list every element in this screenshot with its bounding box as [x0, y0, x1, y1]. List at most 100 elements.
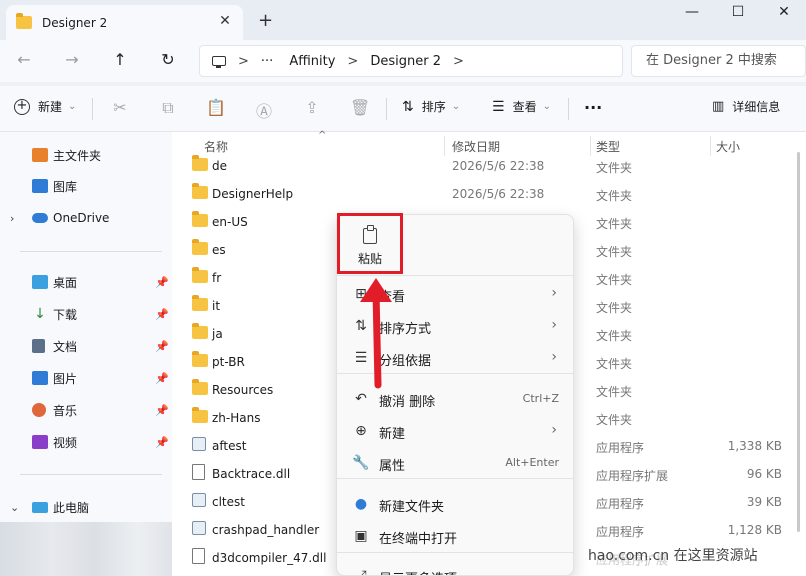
folder-icon — [192, 155, 208, 171]
more-options-button[interactable]: ··· — [584, 98, 602, 117]
sort-button[interactable]: ⇅ 排序 ⌄ — [402, 98, 460, 115]
sort-indicator-icon: ^ — [318, 130, 327, 141]
menu-item[interactable]: ▣ 在终端中打开 — [337, 520, 573, 552]
plus-icon: + — [14, 98, 30, 115]
document-icon — [32, 339, 45, 353]
delete-icon[interactable]: 🗑 — [350, 98, 370, 117]
folder-icon — [16, 13, 32, 29]
sidebar-item-music[interactable]: 音乐 📌 — [0, 397, 172, 423]
menu-item-label: 属性 — [379, 459, 406, 474]
sidebar-item-home[interactable]: 主文件夹 — [0, 142, 172, 168]
details-pane-button[interactable]: ▥ 详细信息 — [712, 98, 780, 115]
minimize-button[interactable]: — — [677, 4, 707, 20]
back-button[interactable]: ← — [12, 50, 36, 69]
folder-icon — [192, 239, 208, 255]
sidebar-item-this-pc[interactable]: ⌄ 此电脑 — [0, 494, 172, 520]
menu-item[interactable]: ● 新建文件夹 — [337, 488, 573, 520]
view-icon: ☰ — [492, 98, 505, 115]
collapse-icon[interactable]: ⌄ — [10, 501, 19, 514]
file-size: 96 KB — [746, 467, 782, 481]
file-date: 2026/5/6 22:38 — [452, 159, 545, 173]
video-icon — [32, 435, 48, 449]
sidebar-item-label: 主文件夹 — [53, 148, 102, 163]
vertical-scrollbar[interactable] — [797, 152, 800, 532]
rename-icon[interactable]: Ⓐ — [254, 98, 274, 122]
file-name: de — [212, 159, 227, 173]
chevron-down-icon: ⌄ — [68, 101, 77, 112]
forward-button[interactable]: → — [60, 50, 84, 69]
menu-item-icon: 🔧 — [352, 455, 370, 471]
pin-icon: 📌 — [155, 339, 169, 353]
sidebar-item-documents[interactable]: 文档 📌 — [0, 333, 172, 359]
file-name: Resources — [212, 383, 274, 397]
breadcrumb-affinity[interactable]: Affinity — [289, 54, 335, 69]
breadcrumb-separator: > — [452, 53, 464, 69]
paste-icon[interactable]: 📋 — [206, 98, 226, 117]
table-row[interactable]: DesignerHelp 2026/5/6 22:38 文件夹 — [172, 180, 806, 208]
cut-icon[interactable]: ✂ — [110, 98, 130, 117]
paste-highlight-box — [337, 213, 403, 274]
menu-item[interactable]: ⊕ 新建 › — [337, 415, 573, 447]
folder-icon — [192, 351, 208, 367]
share-icon[interactable]: ⇪ — [302, 98, 322, 117]
sidebar-item-pictures[interactable]: 图片 📌 — [0, 365, 172, 391]
sidebar-item-videos[interactable]: 视频 📌 — [0, 429, 172, 455]
menu-item-shortcut: Alt+Enter — [505, 456, 559, 469]
expand-icon[interactable]: › — [10, 212, 14, 225]
sidebar-item-label: 图片 — [53, 371, 78, 386]
menu-item-label: 撤消 删除 — [379, 395, 436, 410]
breadcrumb-designer-2[interactable]: Designer 2 — [370, 54, 441, 69]
view-button[interactable]: ☰ 查看 ⌄ — [492, 98, 551, 115]
file-name: crashpad_handler — [212, 523, 320, 537]
folder-icon — [192, 379, 208, 395]
refresh-button[interactable]: ↻ — [156, 50, 180, 69]
file-type: 应用程序 — [596, 441, 645, 455]
file-name: en-US — [212, 215, 248, 229]
tab-close-icon[interactable]: ✕ — [217, 13, 233, 29]
sidebar-item-label: 图库 — [53, 179, 78, 194]
folder-icon — [192, 267, 208, 283]
tab-designer-2[interactable]: Designer 2 ✕ — [6, 5, 243, 40]
address-bar[interactable]: > ··· Affinity > Designer 2 > — [199, 45, 623, 77]
pin-icon: 📌 — [155, 435, 169, 449]
sidebar-item-desktop[interactable]: 桌面 📌 — [0, 269, 172, 295]
maximize-button[interactable]: ☐ — [723, 4, 753, 20]
sidebar-item-label: 文档 — [53, 339, 78, 354]
pin-icon: 📌 — [155, 371, 169, 385]
new-tab-button[interactable]: + — [258, 10, 273, 31]
breadcrumb-overflow[interactable]: ··· — [261, 54, 273, 69]
search-input[interactable]: 在 Designer 2 中搜索 — [631, 45, 806, 77]
menu-item-icon: ↶ — [355, 391, 367, 407]
file-type: 文件夹 — [596, 273, 633, 287]
file-name: cltest — [212, 495, 245, 509]
folder-icon — [192, 295, 208, 311]
sidebar-item-gallery[interactable]: 图库 — [0, 173, 172, 199]
copy-icon[interactable]: ⧉ — [158, 98, 178, 118]
sidebar-item-label: OneDrive — [53, 211, 110, 225]
up-button[interactable]: ↑ — [108, 50, 132, 69]
menu-item[interactable]: 🔧 属性 Alt+Enter — [337, 447, 573, 479]
view-label: 查看 — [512, 100, 537, 114]
monitor-icon — [212, 56, 226, 68]
window-close-button[interactable]: ✕ — [769, 4, 799, 20]
file-type: 应用程序 — [596, 525, 645, 539]
file-size: 1,128 KB — [727, 523, 782, 537]
gallery-icon — [32, 179, 48, 193]
navigation-pane: 主文件夹 图库 › OneDrive 桌面 📌 ↓ 下载 📌 文档 📌 图片 📌… — [0, 132, 172, 576]
folder-icon — [192, 407, 208, 423]
command-bar: + 新建 ⌄ ✂ ⧉ 📋 Ⓐ ⇪ 🗑 ⇅ 排序 ⌄ ☰ 查看 ⌄ ··· ▥ 详… — [0, 86, 806, 132]
file-type: 文件夹 — [596, 301, 633, 315]
sidebar-item-downloads[interactable]: ↓ 下载 📌 — [0, 301, 172, 327]
sidebar-item-onedrive[interactable]: › OneDrive — [0, 205, 172, 231]
file-name: Backtrace.dll — [212, 467, 291, 481]
cloud-icon — [32, 213, 48, 223]
pin-icon: 📌 — [155, 307, 169, 321]
divider — [337, 552, 573, 553]
sidebar-item-label: 桌面 — [53, 275, 78, 290]
table-row[interactable]: de 2026/5/6 22:38 文件夹 — [172, 152, 806, 180]
menu-item[interactable]: ⤢ 显示更多选项 — [337, 560, 573, 575]
new-button[interactable]: + 新建 ⌄ — [14, 98, 76, 115]
file-type: 文件夹 — [596, 413, 633, 427]
dll-file-icon — [192, 548, 205, 564]
blurred-region — [0, 522, 172, 576]
